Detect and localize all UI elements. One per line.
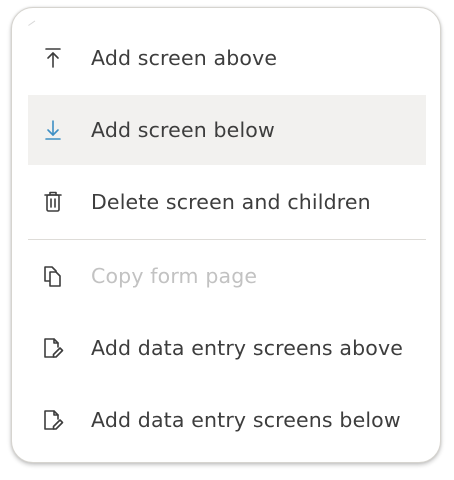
menu-item-copy-form-page[interactable]: Copy form page xyxy=(28,241,426,311)
menu-divider xyxy=(28,239,426,240)
menu-item-add-data-entry-below[interactable]: Add data entry screens below xyxy=(28,385,426,455)
trash-icon xyxy=(28,190,78,214)
file-edit-icon xyxy=(28,408,78,432)
arrow-down-to-line-icon xyxy=(28,118,78,142)
menu-item-label: Copy form page xyxy=(91,264,258,288)
arrow-up-to-line-icon xyxy=(28,46,78,70)
file-edit-icon xyxy=(28,336,78,360)
menu-item-add-data-entry-above[interactable]: Add data entry screens above xyxy=(28,313,426,383)
menu-item-add-screen-above[interactable]: Add screen above xyxy=(28,23,426,93)
menu-item-delete-screen[interactable]: Delete screen and children xyxy=(28,167,426,237)
menu-item-label: Add screen above xyxy=(91,46,278,70)
menu-item-label: Delete screen and children xyxy=(91,190,371,214)
menu-item-label: Add screen below xyxy=(91,118,275,142)
menu-item-add-screen-below[interactable]: Add screen below xyxy=(28,95,426,165)
context-menu: Add screen above Add screen below Delete… xyxy=(11,7,441,463)
copy-icon xyxy=(28,264,78,288)
menu-item-label: Add data entry screens below xyxy=(91,408,401,432)
menu-item-label: Add data entry screens above xyxy=(91,336,404,360)
